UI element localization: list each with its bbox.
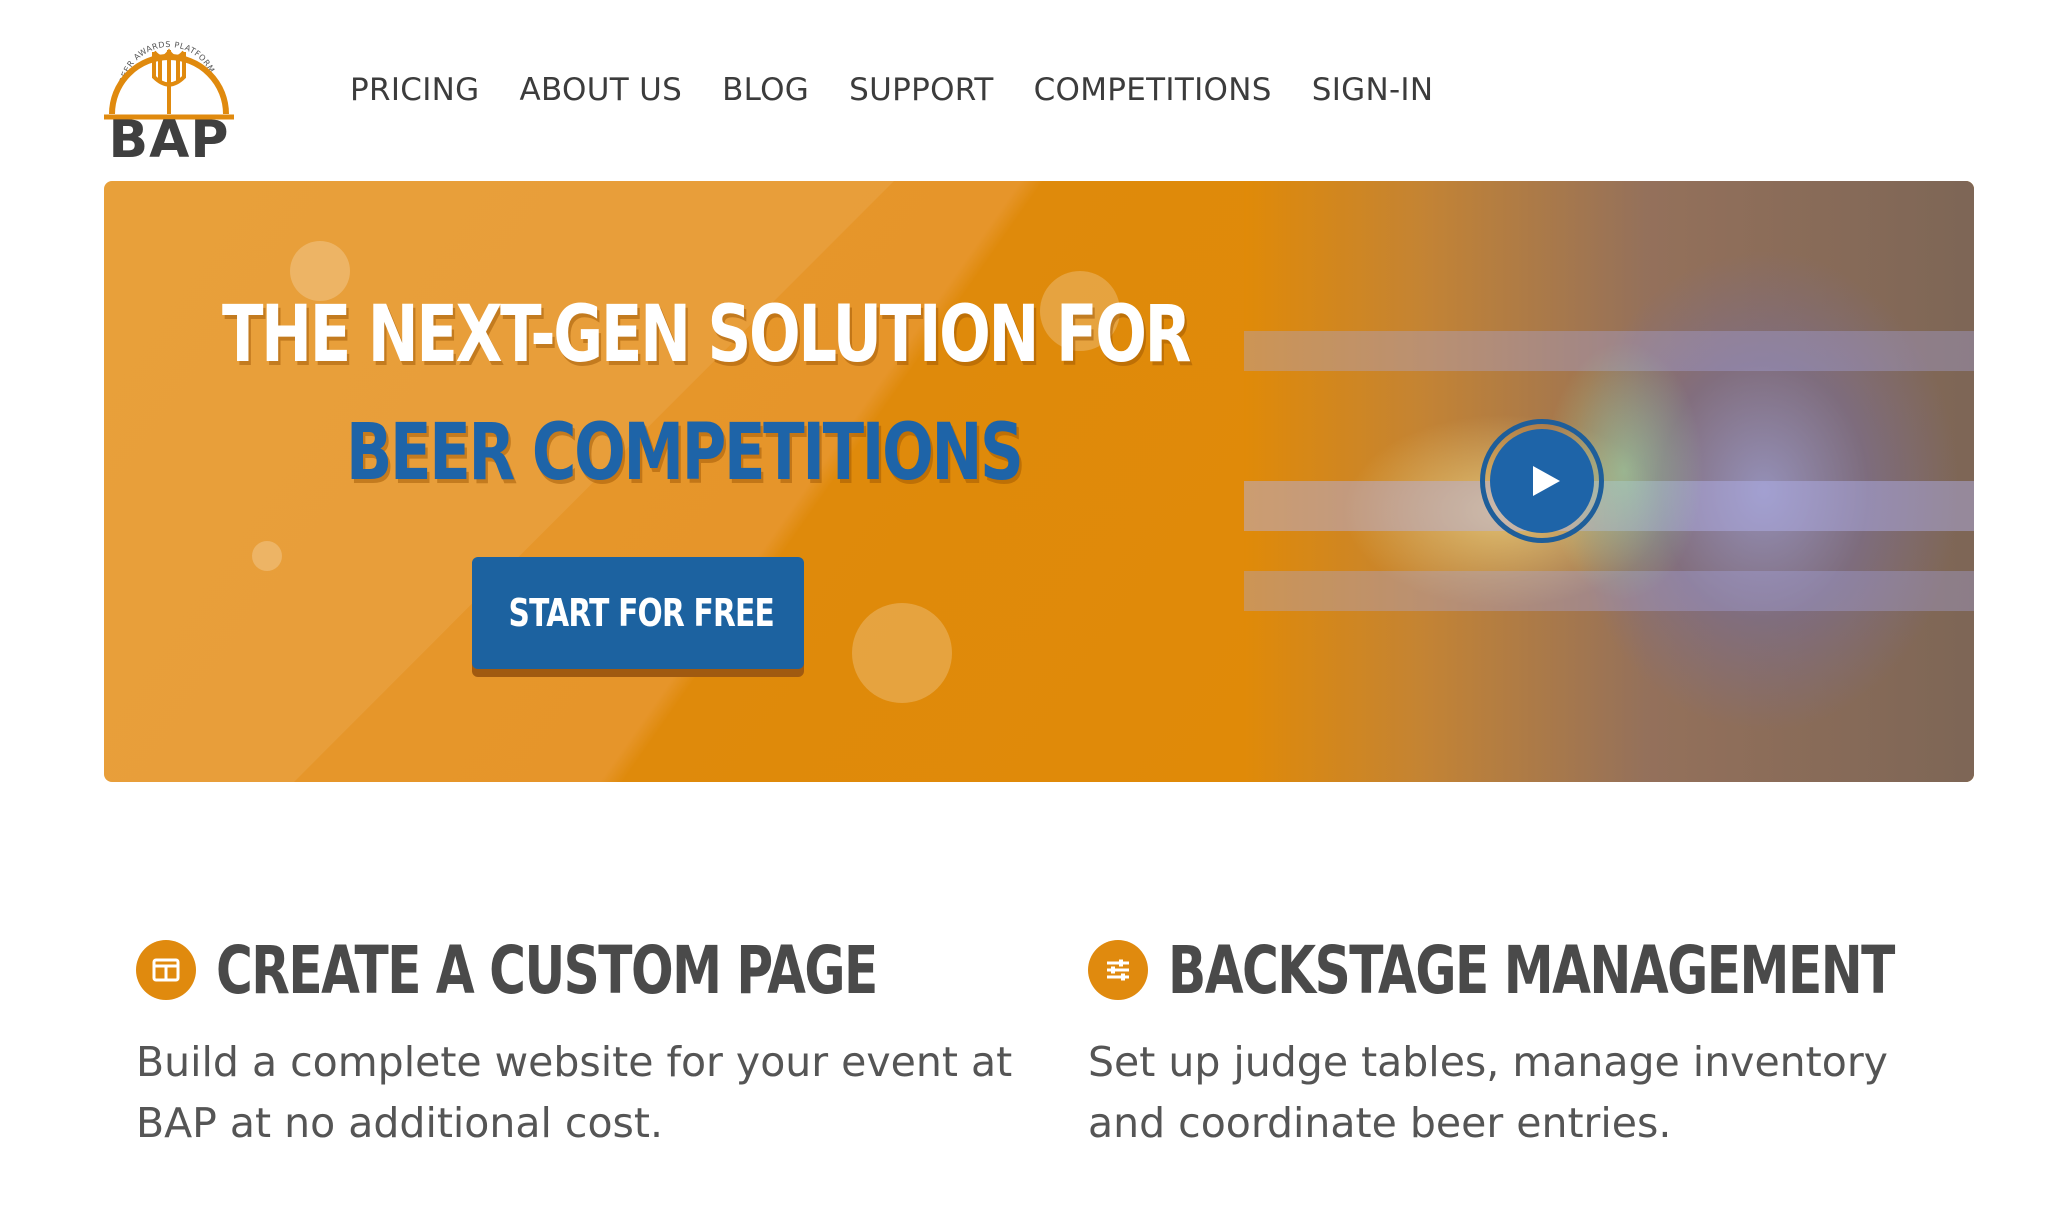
nav-sign-in[interactable]: SIGN-IN [1312,70,1434,110]
nav-about-us[interactable]: ABOUT US [519,70,682,110]
feature-custom-page: CREATE A CUSTOM PAGE Build a complete we… [136,930,1036,1154]
hero-video-preview[interactable] [1244,181,1974,782]
feature-description: Set up judge tables, manage inventory an… [1088,1038,1888,1147]
nav-support[interactable]: SUPPORT [849,70,993,110]
feature-backstage-management: BACKSTAGE MANAGEMENT Set up judge tables… [1088,930,1988,1154]
sliders-icon [1088,940,1148,1000]
nav-competitions[interactable]: COMPETITIONS [1034,70,1272,110]
logo-text: BAP [108,110,230,170]
hero-banner: THE NEXT-GEN SOLUTION FOR BEER COMPETITI… [104,181,1974,782]
play-video-button[interactable] [1480,419,1604,543]
logo[interactable]: BEER AWARDS PLATFORM BAP [104,22,234,167]
feature-title: CREATE A CUSTOM PAGE [216,931,878,1009]
feature-title: BACKSTAGE MANAGEMENT [1168,931,1895,1009]
decorative-bubble [252,541,282,571]
hero-subheadline: BEER COMPETITIONS [346,408,1024,498]
start-for-free-label: START FOR FREE [508,591,775,635]
nav-blog[interactable]: BLOG [722,70,809,110]
play-icon [1533,466,1560,496]
nav-pricing[interactable]: PRICING [350,70,479,110]
start-for-free-button[interactable]: START FOR FREE [472,557,804,669]
feature-description: Build a complete website for your event … [136,1038,1013,1147]
layout-icon [136,940,196,1000]
hero-headline: THE NEXT-GEN SOLUTION FOR [222,290,1191,380]
decorative-bubble [852,603,952,703]
main-nav: PRICING ABOUT US BLOG SUPPORT COMPETITIO… [350,70,1473,110]
